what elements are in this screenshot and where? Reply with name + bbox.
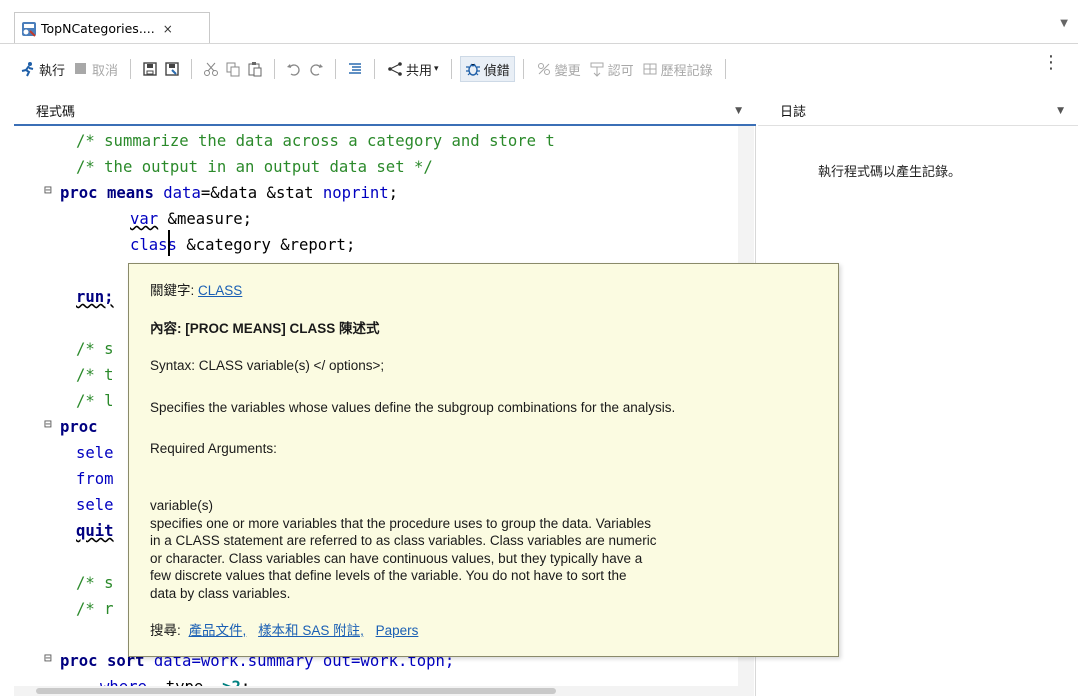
code-line: var &measure;: [130, 210, 253, 228]
fold-toggle-icon[interactable]: ⊟: [44, 651, 52, 666]
code-line: /* l: [76, 392, 114, 410]
chevron-down-icon: ▾: [434, 64, 439, 74]
tooltip-search-row: 搜尋: 產品文件, 樣本和 SAS 附註, Papers: [150, 619, 418, 639]
cancel-label: 取消: [92, 63, 119, 79]
tooltip-syntax: Syntax: CLASS variable(s) </ options>;: [150, 358, 385, 373]
code-line: /* s: [76, 574, 114, 592]
tooltip-required-heading: Required Arguments:: [150, 441, 277, 456]
changes-icon: [536, 61, 552, 77]
code-line: sele: [76, 496, 114, 514]
copy-icon[interactable]: [222, 56, 244, 82]
search-label: 搜尋:: [150, 623, 181, 638]
approve-label: 認可: [607, 63, 634, 79]
code-line: /* s: [76, 340, 114, 358]
code-line: /* the output in an output data set */: [76, 158, 433, 176]
product-docs-link[interactable]: 產品文件,: [189, 623, 247, 638]
keyword-link[interactable]: CLASS: [198, 283, 242, 298]
run-icon: [20, 61, 36, 77]
toolbar-separator: [191, 59, 193, 79]
log-empty-message: 執行程式碼以產生記錄。: [818, 165, 962, 180]
toolbar-separator: [522, 59, 524, 79]
tab-list-dropdown-icon[interactable]: ▼: [1060, 18, 1068, 29]
debug-button[interactable]: 偵錯: [459, 56, 515, 82]
bug-icon: [465, 61, 481, 77]
history-button[interactable]: 歷程記錄: [638, 56, 717, 82]
editor-tab-strip: TopNCategories.... × ▼: [0, 0, 1078, 44]
log-pane-title: 日誌: [780, 105, 807, 120]
toolbar-separator: [274, 59, 276, 79]
code-line: /* summarize the data across a category …: [76, 132, 555, 150]
toolbar-separator: [374, 59, 376, 79]
keyword-help-tooltip: 關鍵字: CLASS 內容: [PROC MEANS] CLASS 陳述式 Sy…: [128, 263, 839, 657]
history-icon: [642, 61, 658, 77]
tooltip-keyword-row: 關鍵字: CLASS: [150, 279, 242, 299]
save-as-icon[interactable]: [161, 56, 183, 82]
code-line: proc: [60, 418, 98, 436]
share-icon: [387, 61, 403, 77]
close-icon[interactable]: ×: [163, 22, 173, 36]
changes-label: 變更: [554, 63, 581, 79]
tab-topn-categories[interactable]: TopNCategories.... ×: [14, 12, 210, 44]
undo-icon[interactable]: [283, 56, 305, 82]
save-icon[interactable]: [139, 56, 161, 82]
code-pane-header[interactable]: 程式碼 ▼: [14, 96, 756, 126]
more-options-icon[interactable]: ⋮: [1042, 54, 1060, 72]
approve-button[interactable]: 認可: [585, 56, 638, 82]
text-cursor: [168, 230, 170, 256]
chevron-down-icon[interactable]: ▼: [735, 106, 742, 116]
debug-label: 偵錯: [483, 63, 510, 79]
sas-program-icon: [21, 21, 37, 37]
stop-icon: [73, 61, 89, 77]
history-label: 歷程記錄: [660, 63, 713, 79]
papers-link[interactable]: Papers: [376, 623, 419, 638]
share-label: 共用: [406, 63, 433, 79]
editor-toolbar: 執行 取消 共用 ▾ 偵錯 變更 認可 歷程記錄 ⋮: [0, 44, 1078, 94]
redo-icon[interactable]: [305, 56, 327, 82]
code-line: run;: [76, 288, 114, 306]
toolbar-separator: [335, 59, 337, 79]
paste-icon[interactable]: [244, 56, 266, 82]
code-line: class &category &report;: [130, 236, 356, 254]
share-button[interactable]: 共用 ▾: [383, 56, 443, 82]
fold-toggle-icon[interactable]: ⊟: [44, 183, 52, 198]
cancel-button[interactable]: 取消: [69, 56, 122, 82]
changes-button[interactable]: 變更: [532, 56, 585, 82]
code-line: from: [76, 470, 114, 488]
log-pane-header[interactable]: 日誌 ▼: [758, 96, 1078, 126]
keyword-label: 關鍵字:: [150, 283, 195, 298]
toolbar-separator: [724, 59, 726, 79]
code-line: quit: [76, 522, 114, 540]
run-button[interactable]: 執行: [16, 56, 69, 82]
scrollbar-thumb[interactable]: [36, 688, 556, 694]
tooltip-context: 內容: [PROC MEANS] CLASS 陳述式: [150, 321, 380, 336]
code-line: proc means data=&data &stat noprint;: [60, 184, 399, 202]
toolbar-separator: [130, 59, 132, 79]
run-label: 執行: [39, 63, 66, 79]
toolbar-separator: [450, 59, 452, 79]
tooltip-summary: Specifies the variables whose values def…: [150, 400, 676, 415]
chevron-down-icon[interactable]: ▼: [1057, 106, 1064, 116]
tooltip-argument-description: variable(s) specifies one or more variab…: [150, 498, 657, 601]
format-code-icon[interactable]: [344, 56, 366, 82]
samples-notes-link[interactable]: 樣本和 SAS 附註,: [258, 623, 364, 638]
fold-toggle-icon[interactable]: ⊟: [44, 417, 52, 432]
tab-label: TopNCategories....: [41, 21, 155, 36]
code-line: sele: [76, 444, 114, 462]
code-line: /* t: [76, 366, 114, 384]
code-line: /* r: [76, 600, 114, 618]
code-pane-title: 程式碼: [36, 104, 76, 120]
cut-icon[interactable]: [200, 56, 222, 82]
approve-icon: [589, 61, 605, 77]
horizontal-scrollbar[interactable]: [14, 686, 738, 696]
